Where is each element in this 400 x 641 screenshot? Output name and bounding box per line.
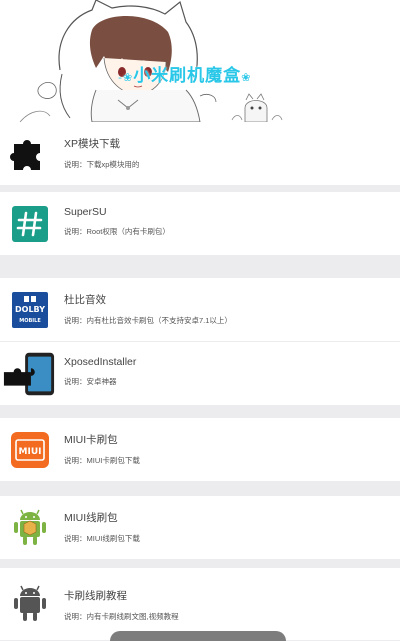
- miui-icon-label: MIUI: [19, 447, 42, 457]
- item-title: SuperSU: [64, 206, 107, 218]
- item-title: XP模块下载: [64, 138, 121, 150]
- android-box-icon: [10, 508, 50, 548]
- item-description: 说明：内有杜比音效卡刷包（不支持安卓7.1以上）: [64, 316, 232, 325]
- item-title: 杜比音效: [64, 294, 106, 306]
- item-description: 说明：MIUI卡刷包下载: [64, 456, 140, 465]
- miui-icon: MIUI: [10, 430, 50, 470]
- dolby-icon-sublabel: MOBILE: [19, 318, 41, 324]
- android-robot-icon: [10, 584, 50, 624]
- item-title: MIUI卡刷包: [64, 434, 118, 446]
- item-description: 说明：内有卡刷线刷文图,视频教程: [64, 612, 179, 621]
- list-item-xp-module[interactable]: XP模块下载 说明：下载xp模块用的: [0, 122, 400, 185]
- item-description: 说明：下载xp模块用的: [64, 160, 140, 169]
- item-description: 说明：Root权限（内有卡刷包）: [64, 227, 170, 236]
- dolby-icon-label: DOLBY: [15, 305, 45, 314]
- list-item-miui-line-flash[interactable]: MIUI线刷包 说明：MIUI线刷包下载: [0, 496, 400, 559]
- list-item-flash-tutorial[interactable]: 卡刷线刷教程 说明：内有卡刷线刷文图,视频教程: [0, 568, 400, 640]
- item-description: 说明：安卓神器: [64, 377, 117, 386]
- app-title: -❀小米刷机魔盒❀: [118, 61, 251, 86]
- xposed-icon: [2, 352, 56, 396]
- item-description: 说明：MIUI线刷包下载: [64, 534, 140, 543]
- app-title-text: 小米刷机魔盒: [133, 66, 242, 86]
- title-deco-right: ❀: [241, 71, 252, 84]
- list-item-supersu[interactable]: SuperSU 说明：Root权限（内有卡刷包）: [0, 192, 400, 255]
- list-item-miui-card-flash[interactable]: MIUI MIUI卡刷包 说明：MIUI卡刷包下载: [0, 418, 400, 481]
- item-title: 卡刷线刷教程: [64, 590, 127, 602]
- list-item-dolby[interactable]: DOLBY MOBILE 杜比音效 说明：内有杜比音效卡刷包（不支持安卓7.1以…: [0, 278, 400, 341]
- puzzle-icon: [10, 134, 50, 174]
- supersu-hash-icon: [10, 204, 50, 244]
- title-deco-left: -❀: [118, 71, 134, 84]
- item-title: MIUI线刷包: [64, 512, 118, 524]
- list-item-xposed-installer[interactable]: XposedInstaller 说明：安卓神器: [0, 342, 400, 405]
- navigation-handle[interactable]: [110, 631, 286, 641]
- header-banner: -❀小米刷机魔盒❀: [0, 0, 400, 122]
- item-title: XposedInstaller: [64, 356, 137, 368]
- dolby-mobile-icon: DOLBY MOBILE: [10, 290, 50, 330]
